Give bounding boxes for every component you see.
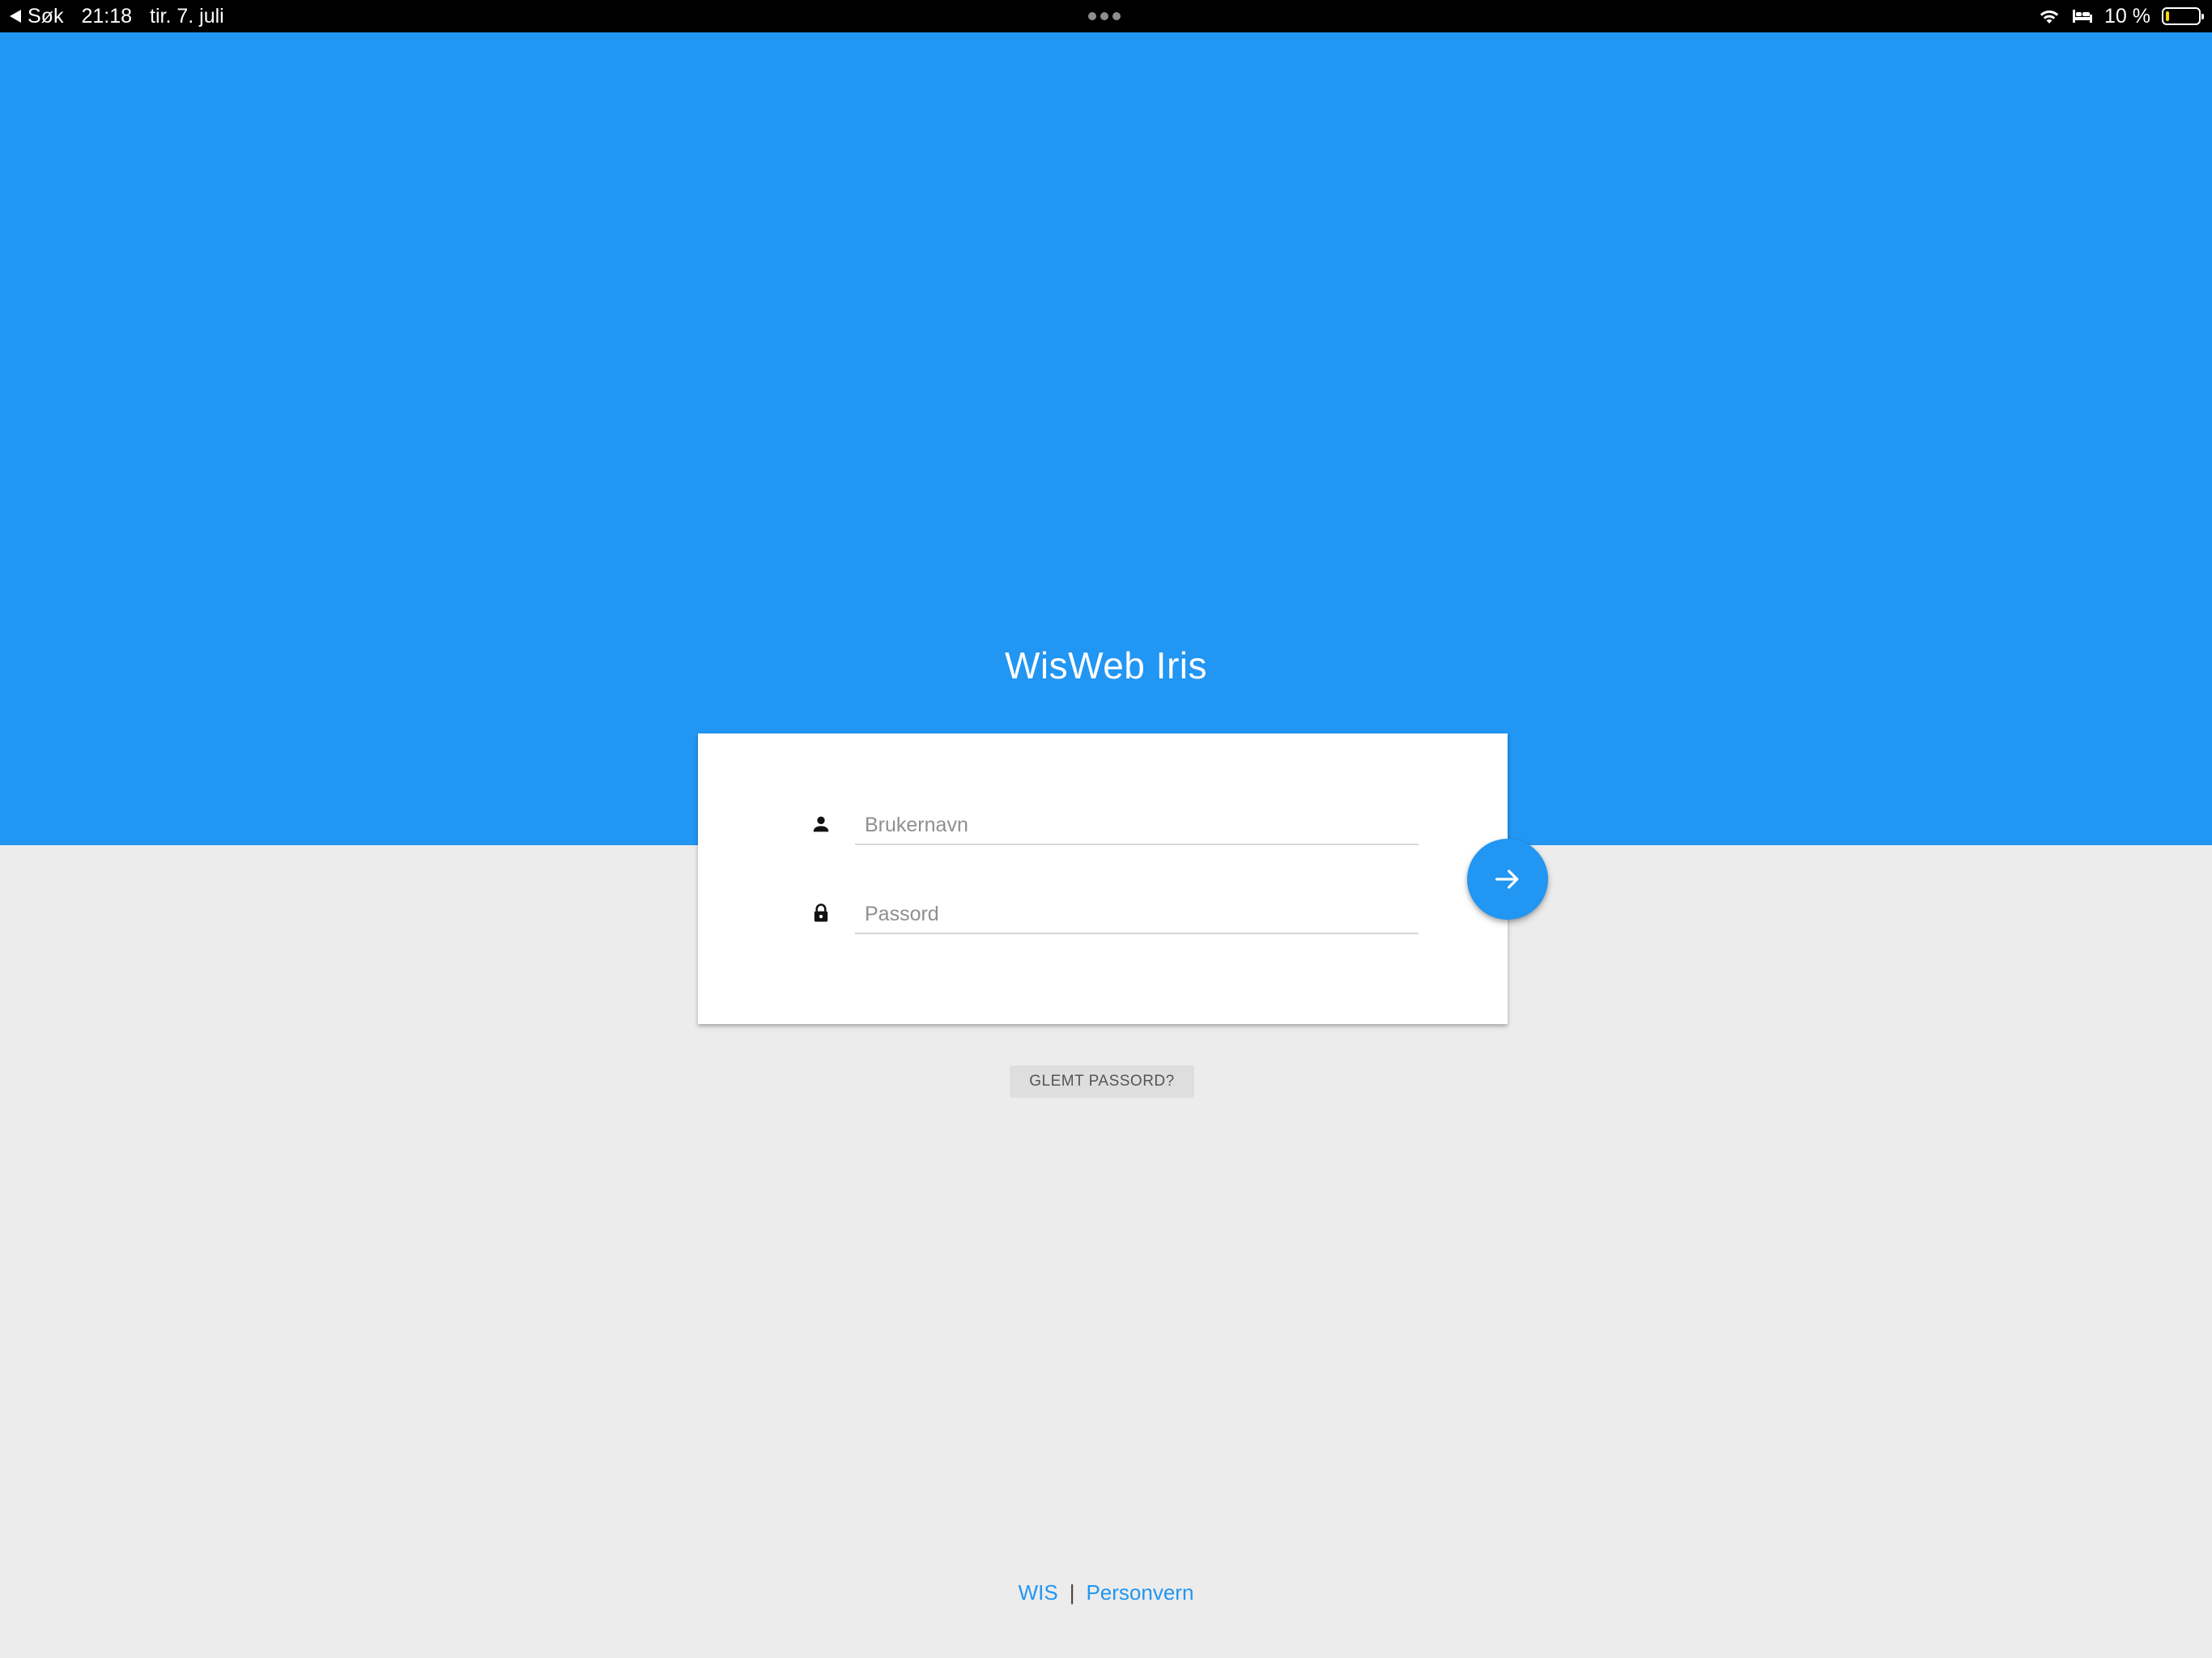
login-card (698, 733, 1508, 1024)
dot (1088, 12, 1096, 20)
status-time: 21:18 (81, 4, 133, 28)
login-submit-button[interactable] (1467, 839, 1548, 920)
person-icon (810, 813, 832, 835)
lock-icon (810, 902, 832, 925)
dot (1100, 12, 1108, 20)
footer-separator: | (1069, 1580, 1075, 1605)
footer-link-personvern[interactable]: Personvern (1086, 1580, 1193, 1605)
username-input[interactable] (855, 782, 1419, 845)
username-row (698, 782, 1508, 847)
dot (1112, 12, 1121, 20)
forgot-password-button[interactable]: GLEMT PASSORD? (1010, 1065, 1194, 1098)
password-row (698, 871, 1508, 936)
sleep-mode-bed-icon (2072, 8, 2093, 24)
battery-icon (2162, 7, 2204, 25)
page-title: WisWeb Iris (1005, 644, 1207, 687)
status-bar-right: 10 % (2038, 0, 2204, 32)
battery-percent: 10 % (2104, 4, 2150, 28)
footer-link-wis[interactable]: WIS (1019, 1580, 1058, 1605)
status-date: tir. 7. juli (150, 4, 224, 28)
battery-level (2166, 11, 2169, 21)
wifi-icon (2038, 7, 2061, 25)
password-input[interactable] (855, 871, 1419, 934)
back-app-label: Søk (28, 4, 64, 28)
status-bar-left: Søk 21:18 tir. 7. juli (10, 0, 224, 32)
back-to-app-button[interactable]: Søk (10, 5, 63, 28)
header-band (0, 32, 2212, 845)
multitasking-dots-icon[interactable] (1088, 12, 1121, 20)
status-bar: Søk 21:18 tir. 7. juli 10 % (0, 0, 2212, 32)
arrow-right-icon (1491, 863, 1524, 895)
footer: WIS | Personvern (0, 1580, 2212, 1605)
back-arrow-icon (10, 10, 21, 23)
